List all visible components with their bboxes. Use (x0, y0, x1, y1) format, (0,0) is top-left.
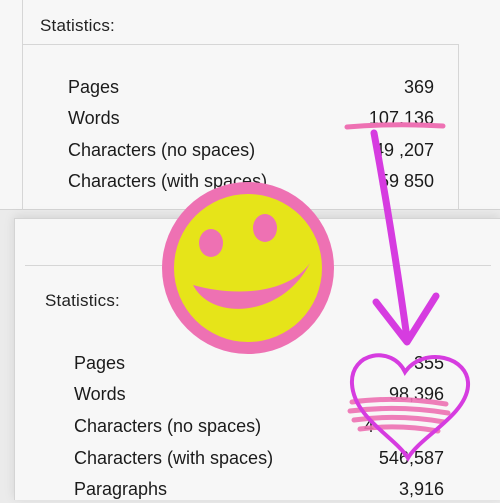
stat-label: Characters (with spaces) (74, 448, 274, 468)
stat-value: 369 (403, 77, 434, 97)
stat-label: Paragraphs (74, 479, 168, 499)
stat-row-pages: Pages 369 (68, 77, 434, 101)
stat-row-characters-no-spaces: Characters (no spaces) 49 ,207 (68, 140, 434, 164)
stat-row-characters-with-spaces: Characters (with spaces) 59 850 (68, 171, 434, 195)
stat-label: Pages (68, 77, 120, 97)
stat-row-words: Words 98,396 (74, 384, 444, 408)
stat-label: Pages (74, 353, 126, 373)
stat-label: Characters (no spaces) (74, 416, 262, 436)
statistics-heading: Statistics: (40, 16, 115, 35)
panel-divider (458, 44, 459, 210)
stat-label: Characters (with spaces) (68, 171, 268, 191)
stat-row-characters-with-spaces: Characters (with spaces) 546,587 (74, 448, 444, 472)
stat-value: 3,916 (398, 479, 444, 499)
panel-divider (25, 265, 491, 266)
stat-value: 98,396 (388, 384, 444, 404)
panel-divider (22, 44, 458, 45)
stat-label: Words (68, 108, 120, 128)
stat-label: Words (74, 384, 126, 404)
stat-value: 546,587 (378, 448, 444, 468)
stat-row-paragraphs: Paragraphs 3,916 (74, 479, 444, 503)
statistics-panel-after: Statistics: Pages 355 Words 98,396 Chara… (14, 218, 500, 500)
stat-row-pages: Pages 355 (74, 353, 444, 377)
stat-value: 59 850 (378, 171, 434, 191)
stat-value: 4 (363, 416, 374, 436)
stat-value: 107,136 (368, 108, 434, 128)
panel-divider (22, 0, 23, 210)
statistics-panel-before: Statistics: Pages 369 Words 107,136 Char… (0, 0, 500, 210)
stat-value: 355 (413, 353, 444, 373)
stat-row-characters-no-spaces: Characters (no spaces) 4 (74, 416, 444, 440)
statistics-heading: Statistics: (45, 291, 120, 310)
stat-row-words: Words 107,136 (68, 108, 434, 132)
stat-label: Characters (no spaces) (68, 140, 256, 160)
stat-value: 49 ,207 (373, 140, 434, 160)
